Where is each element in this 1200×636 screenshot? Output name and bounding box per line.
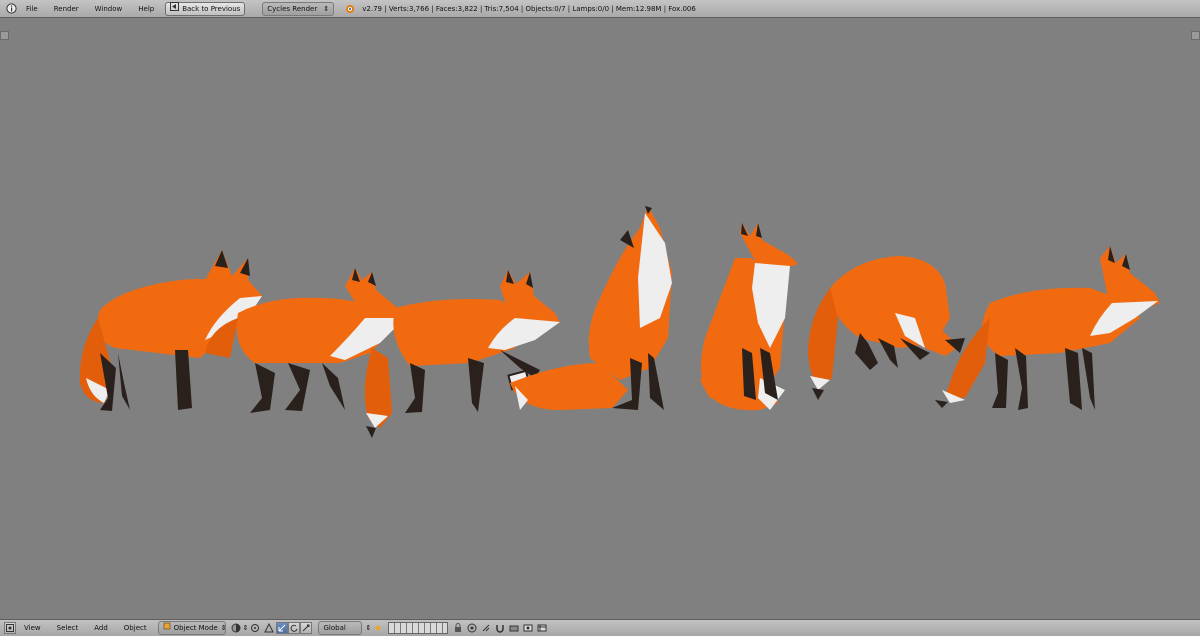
fox-pawing-box[interactable] <box>364 270 560 438</box>
editor-type-icon[interactable] <box>4 622 16 634</box>
manipulator-toggle-icon[interactable] <box>263 622 275 634</box>
menu-select[interactable]: Select <box>49 621 87 635</box>
menu-add[interactable]: Add <box>86 621 116 635</box>
updown-arrows-icon: ⇕ <box>242 624 249 632</box>
menu-object[interactable]: Object <box>116 621 155 635</box>
render-animation-icon[interactable] <box>536 622 548 634</box>
updown-arrows-icon: ⇕ <box>220 624 227 632</box>
snap-toggle-icon[interactable] <box>494 622 506 634</box>
rotate-manipulator-icon[interactable] <box>288 622 301 634</box>
object-mode-label: Object Mode <box>173 624 218 632</box>
updown-arrows-icon: ⇕ <box>365 624 372 632</box>
transform-orientation-select[interactable]: Global <box>318 621 363 635</box>
updown-arrows-icon: ⇕ <box>323 4 330 13</box>
transform-orientation-label: Global <box>323 624 346 632</box>
scene-statistics: v2.79 | Verts:3,766 | Faces:3,822 | Tris… <box>362 4 696 13</box>
fox-pouncing[interactable] <box>808 256 965 400</box>
3d-viewport[interactable] <box>0 18 1200 619</box>
render-image-icon[interactable] <box>522 622 534 634</box>
3d-view-header: View Select Add Object Object Mode ⇕ ⇕ G… <box>0 619 1200 636</box>
fox-scene <box>79 206 1160 438</box>
layer-toggle-icon[interactable] <box>372 622 384 634</box>
menu-view[interactable]: View <box>16 621 49 635</box>
fox-sitting[interactable] <box>700 223 798 411</box>
scene-layers-grid[interactable] <box>388 622 449 634</box>
viewport-shading-icon[interactable] <box>230 622 242 634</box>
lock-layers-icon[interactable] <box>452 622 464 634</box>
translate-manipulator-icon[interactable] <box>276 622 289 634</box>
scale-manipulator-icon[interactable] <box>300 622 313 634</box>
back-to-previous-button[interactable]: Back to Previous <box>165 1 246 16</box>
back-icon <box>170 2 180 15</box>
snap-target-icon[interactable] <box>508 622 520 634</box>
mode-select[interactable]: Object Mode ⇕ <box>157 621 227 635</box>
menu-window[interactable]: Window <box>87 2 131 16</box>
info-header: File Render Window Help Back to Previous… <box>0 0 1200 18</box>
menu-help[interactable]: Help <box>130 2 162 16</box>
render-engine-label: Cycles Render <box>267 4 318 13</box>
blender-logo-icon <box>343 3 355 15</box>
render-engine-select[interactable]: Cycles Render ⇕ <box>262 1 335 16</box>
snap-element-icon[interactable] <box>480 622 492 634</box>
back-to-previous-label: Back to Previous <box>182 4 241 13</box>
proportional-editing-icon[interactable] <box>466 622 478 634</box>
info-icon[interactable] <box>5 3 17 15</box>
object-mode-icon <box>163 622 171 634</box>
fox-standing-alert[interactable] <box>935 246 1160 410</box>
menu-render[interactable]: Render <box>46 2 87 16</box>
pivot-point-icon[interactable] <box>249 622 261 634</box>
menu-file[interactable]: File <box>18 2 46 16</box>
